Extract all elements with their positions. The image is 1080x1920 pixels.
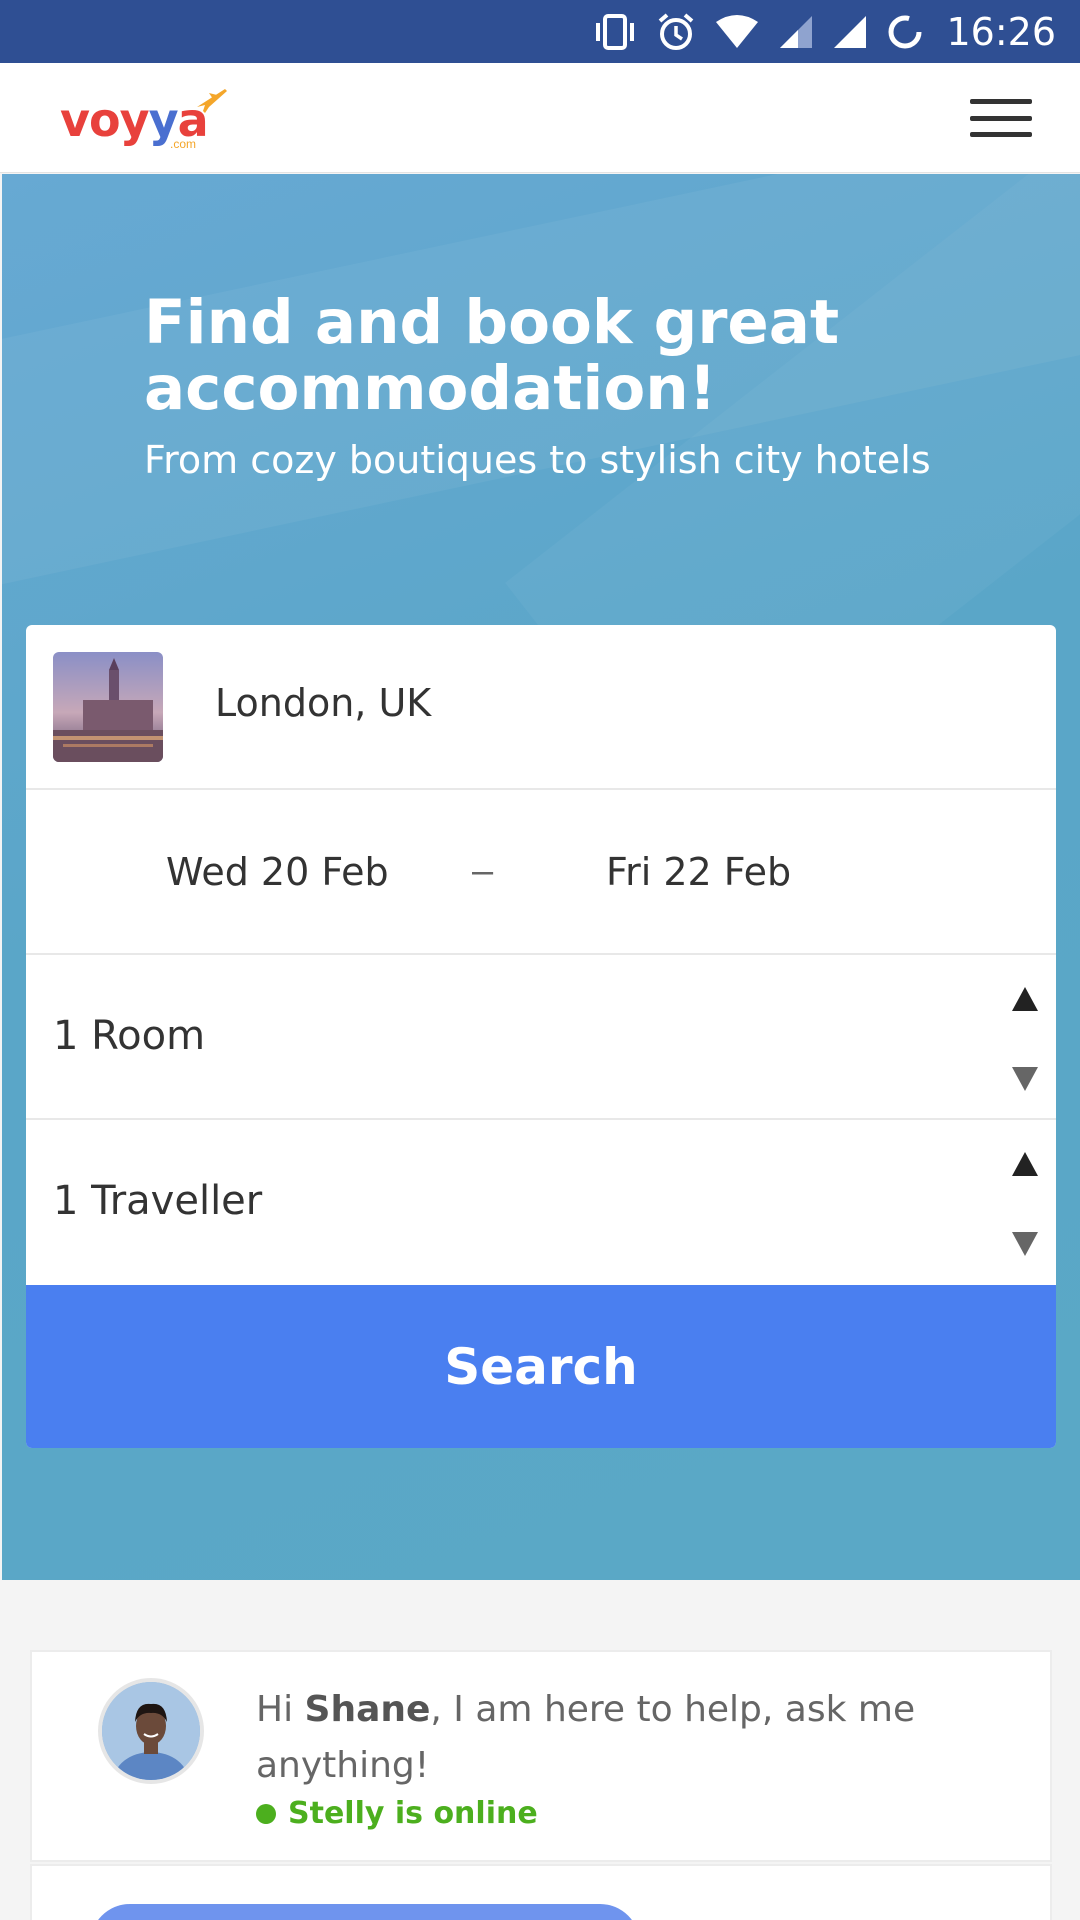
hero-title: Find and book great accommodation! — [144, 287, 840, 424]
signal-icon — [778, 14, 814, 50]
search-form: London, UK Wed 20 Feb – Fri 22 Feb 1 Roo… — [26, 625, 1056, 1448]
wifi-icon — [714, 14, 760, 50]
checkout-date[interactable]: Fri 22 Feb — [606, 850, 791, 894]
dates-field: Wed 20 Feb – Fri 22 Feb — [26, 790, 1056, 955]
voyya-logo[interactable]: voyya .com — [60, 85, 230, 155]
chat-message: Hi Shane, I am here to help, ask me anyt… — [256, 1682, 1016, 1794]
status-time: 16:26 — [946, 9, 1056, 54]
rooms-decrement-icon[interactable] — [1012, 1067, 1038, 1091]
plane-icon — [197, 89, 227, 113]
user-name: Shane — [304, 1689, 431, 1730]
logo-dotcom: .com — [170, 137, 197, 151]
checkin-date[interactable]: Wed 20 Feb — [166, 850, 389, 894]
vibrate-icon — [592, 13, 638, 50]
chat-assistant-card[interactable]: Hi Shane, I am here to help, ask me anyt… — [30, 1650, 1052, 1862]
travellers-stepper[interactable]: 1 Traveller — [26, 1120, 1056, 1285]
travellers-decrement-icon[interactable] — [1012, 1232, 1038, 1256]
hamburger-menu-icon[interactable] — [970, 93, 1032, 143]
loading-icon — [886, 13, 924, 51]
online-status-text: Stelly is online — [288, 1796, 538, 1831]
hero-subtitle: From cozy boutiques to stylish city hote… — [144, 438, 931, 482]
rooms-increment-icon[interactable] — [1012, 987, 1038, 1011]
rooms-value: 1 Room — [53, 1013, 206, 1059]
status-icons: 16:26 — [592, 0, 1056, 63]
online-dot-icon — [256, 1803, 276, 1824]
destination-thumbnail — [53, 652, 163, 762]
alarm-icon — [656, 12, 696, 52]
destination-field[interactable]: London, UK — [26, 625, 1056, 790]
travellers-increment-icon[interactable] — [1012, 1152, 1038, 1176]
rooms-stepper[interactable]: 1 Room — [26, 955, 1056, 1120]
online-status: Stelly is online — [256, 1796, 538, 1831]
date-separator: – — [472, 850, 494, 892]
greeting-prefix: Hi — [256, 1689, 305, 1730]
status-bar: 16:26 — [0, 0, 1080, 63]
chat-action-card — [30, 1864, 1052, 1920]
search-button[interactable]: Search — [26, 1285, 1056, 1448]
travellers-value: 1 Traveller — [53, 1178, 263, 1224]
destination-value: London, UK — [215, 681, 432, 725]
signal-icon — [832, 14, 868, 50]
avatar — [98, 1678, 204, 1784]
chat-action-button[interactable] — [90, 1904, 640, 1920]
app-header: voyya .com — [0, 63, 1080, 173]
